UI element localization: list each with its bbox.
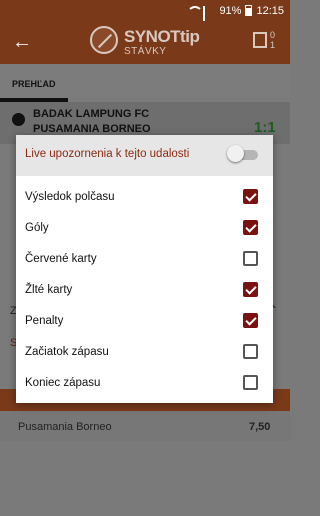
checkbox[interactable] xyxy=(243,282,258,297)
battery-percent: 91% xyxy=(219,4,242,17)
app-toolbar: ← SYNOTtip STÁVKY 0 1 xyxy=(0,21,290,64)
checkbox[interactable] xyxy=(243,344,258,359)
switch-thumb[interactable] xyxy=(227,145,244,162)
ticket-count-top: 0 xyxy=(270,30,276,40)
ticket-count-bottom: 1 xyxy=(270,40,276,50)
clock: 12:15 xyxy=(256,4,284,17)
status-bar: 91% 12:15 xyxy=(0,0,290,31)
option-label: Koniec zápasu xyxy=(25,377,101,389)
home-team: BADAK LAMPUNG FC xyxy=(33,108,150,120)
option-label: Žlté karty xyxy=(25,284,73,296)
odds-row-value: 7,50 xyxy=(249,421,271,433)
option-row-match-end[interactable]: Koniec zápasu xyxy=(16,368,273,399)
option-label: Začiatok zápasu xyxy=(25,346,109,358)
checkbox[interactable] xyxy=(243,189,258,204)
option-row-red-cards[interactable]: Červené karty xyxy=(16,244,273,275)
away-team: PUSAMANIA BORNEO xyxy=(33,123,151,135)
match-score: 1:1 xyxy=(254,119,276,136)
option-row-penalty[interactable]: Penalty xyxy=(16,306,273,337)
option-label: Penalty xyxy=(25,315,64,327)
wifi-icon xyxy=(187,6,204,15)
signal-icon xyxy=(203,5,215,31)
football-icon xyxy=(12,113,25,126)
option-label: Výsledok polčasu xyxy=(25,191,115,203)
dialog-header: Live upozornenia k tejto udalosti xyxy=(16,135,273,176)
option-row-goals[interactable]: Góly xyxy=(16,213,273,244)
ball-logo-icon xyxy=(90,26,118,54)
option-row-match-start[interactable]: Začiatok zápasu xyxy=(16,337,273,368)
odds-row: Pusamania Borneo 7,50 xyxy=(0,411,290,441)
battery-icon xyxy=(245,5,253,16)
checkbox[interactable] xyxy=(243,251,258,266)
tab-prehlad[interactable]: PREHĽAD xyxy=(12,79,56,89)
ticket-edit-icon[interactable] xyxy=(253,32,267,48)
option-label: Červené karty xyxy=(25,253,97,265)
checkbox[interactable] xyxy=(243,220,258,235)
ticket-count[interactable]: 0 1 xyxy=(270,30,275,50)
logo-subtitle: STÁVKY xyxy=(124,46,167,57)
tab-bar: PREHĽAD xyxy=(0,64,290,102)
option-row-yellow-cards[interactable]: Žlté karty xyxy=(16,275,273,306)
option-label: Góly xyxy=(25,222,49,234)
option-row-halftime[interactable]: Výsledok polčasu xyxy=(16,182,273,213)
checkbox[interactable] xyxy=(243,313,258,328)
logo-text: SYNOTtip xyxy=(124,27,200,46)
checkbox[interactable] xyxy=(243,375,258,390)
back-arrow-icon[interactable]: ← xyxy=(12,31,32,54)
odds-row-name: Pusamania Borneo xyxy=(18,421,112,433)
dialog-title: Live upozornenia k tejto udalosti xyxy=(25,148,190,160)
live-notifications-dialog: Live upozornenia k tejto udalosti Výsled… xyxy=(16,135,273,403)
